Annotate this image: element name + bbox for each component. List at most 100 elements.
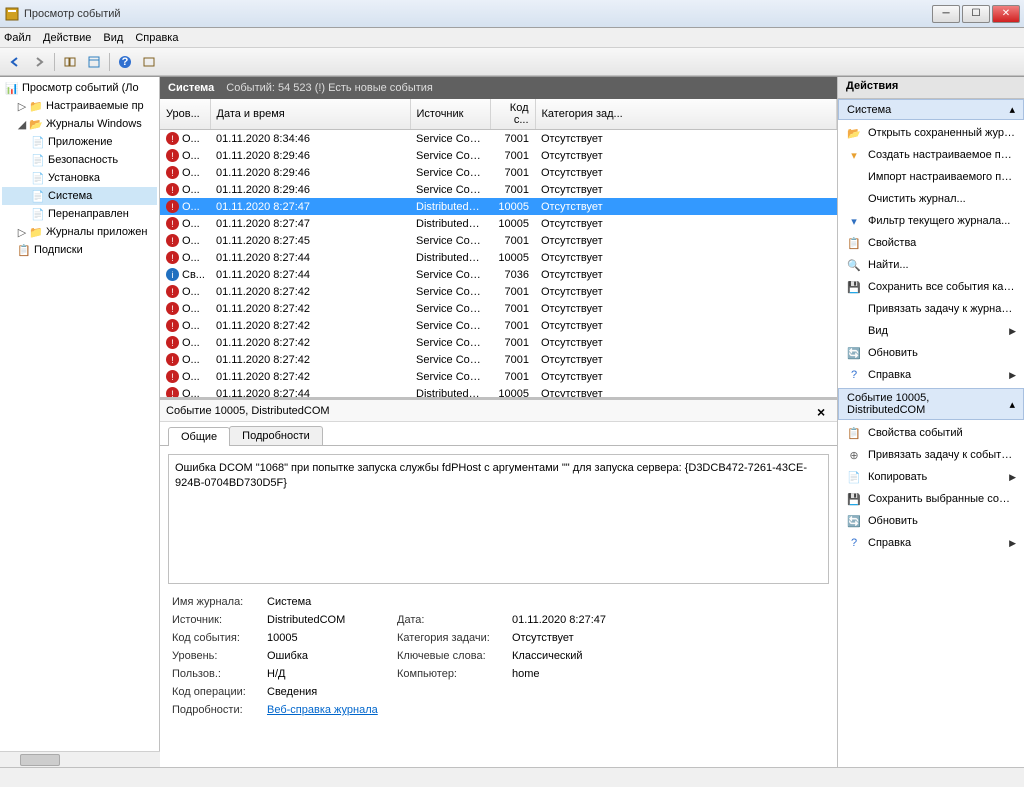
action-item[interactable]: Привязать задачу к журналу... bbox=[838, 298, 1024, 320]
expand-icon[interactable]: ▷ bbox=[16, 226, 28, 239]
toolbar-btn-2[interactable] bbox=[83, 51, 105, 73]
web-help-link[interactable]: Веб-справка журнала bbox=[267, 704, 378, 716]
log-icon: 📄 bbox=[30, 206, 46, 222]
action-label: Сохранить все события как... bbox=[868, 281, 1016, 293]
back-button[interactable] bbox=[4, 51, 26, 73]
actions-section-system[interactable]: Система▴ bbox=[838, 99, 1024, 120]
code-cell: 7001 bbox=[490, 300, 535, 317]
action-item[interactable]: Вид▶ bbox=[838, 320, 1024, 342]
table-row[interactable]: !О...01.11.2020 8:27:42Service Cont...70… bbox=[160, 351, 837, 368]
detail-close-button[interactable]: × bbox=[817, 404, 831, 418]
close-button[interactable]: ✕ bbox=[992, 5, 1020, 23]
tree-setup[interactable]: 📄Установка bbox=[2, 169, 157, 187]
toolbar-btn-1[interactable] bbox=[59, 51, 81, 73]
menu-help[interactable]: Справка bbox=[135, 32, 178, 44]
help-button[interactable]: ? bbox=[114, 51, 136, 73]
prop-src-value: DistributedCOM bbox=[267, 614, 397, 626]
date-cell: 01.11.2020 8:27:42 bbox=[210, 317, 410, 334]
table-row[interactable]: !О...01.11.2020 8:27:47DistributedC...10… bbox=[160, 198, 837, 215]
table-row[interactable]: !О...01.11.2020 8:27:42Service Cont...70… bbox=[160, 334, 837, 351]
tree-panel[interactable]: 📊Просмотр событий (Ло ▷📁Настраиваемые пр… bbox=[0, 77, 160, 767]
action-icon: 📋 bbox=[846, 425, 862, 441]
table-row[interactable]: !О...01.11.2020 8:34:46Service Cont...70… bbox=[160, 130, 837, 148]
col-code[interactable]: Код с... bbox=[490, 99, 535, 130]
code-cell: 10005 bbox=[490, 249, 535, 266]
table-row[interactable]: !О...01.11.2020 8:29:46Service Cont...70… bbox=[160, 181, 837, 198]
action-item[interactable]: ▾Фильтр текущего журнала... bbox=[838, 210, 1024, 232]
tab-details[interactable]: Подробности bbox=[229, 426, 323, 445]
event-grid[interactable]: Уров... Дата и время Источник Код с... К… bbox=[160, 99, 837, 397]
menu-view[interactable]: Вид bbox=[103, 32, 123, 44]
table-row[interactable]: !О...01.11.2020 8:27:42Service Cont...70… bbox=[160, 317, 837, 334]
source-cell: Service Cont... bbox=[410, 300, 490, 317]
error-icon: ! bbox=[166, 183, 179, 196]
action-icon: 📋 bbox=[846, 235, 862, 251]
col-category[interactable]: Категория зад... bbox=[535, 99, 837, 130]
tree-windows-logs[interactable]: ◢📂Журналы Windows bbox=[2, 115, 157, 133]
detail-message[interactable]: Ошибка DCOM "1068" при попытке запуска с… bbox=[168, 454, 829, 584]
action-item[interactable]: 🔄Обновить bbox=[838, 342, 1024, 364]
maximize-button[interactable]: ☐ bbox=[962, 5, 990, 23]
col-source[interactable]: Источник bbox=[410, 99, 490, 130]
tree-root[interactable]: 📊Просмотр событий (Ло bbox=[2, 79, 157, 97]
action-item[interactable]: ▾Создать настраиваемое предс... bbox=[838, 144, 1024, 166]
action-item[interactable]: 📋Свойства bbox=[838, 232, 1024, 254]
source-cell: Service Cont... bbox=[410, 130, 490, 148]
action-item[interactable]: 📋Свойства событий bbox=[838, 422, 1024, 444]
action-item[interactable]: 💾Сохранить выбранные событи... bbox=[838, 488, 1024, 510]
tab-general[interactable]: Общие bbox=[168, 427, 230, 446]
prop-log-value: Система bbox=[267, 596, 397, 608]
menu-file[interactable]: Файл bbox=[4, 32, 31, 44]
table-row[interactable]: iСв...01.11.2020 8:27:44Service Cont...7… bbox=[160, 266, 837, 283]
action-item[interactable]: 🔄Обновить bbox=[838, 510, 1024, 532]
source-cell: DistributedC... bbox=[410, 215, 490, 232]
source-cell: Service Cont... bbox=[410, 283, 490, 300]
tree-application[interactable]: 📄Приложение bbox=[2, 133, 157, 151]
action-item[interactable]: 📄Копировать▶ bbox=[838, 466, 1024, 488]
action-label: Найти... bbox=[868, 259, 1016, 271]
expand-icon[interactable]: ▷ bbox=[16, 100, 28, 113]
col-date[interactable]: Дата и время bbox=[210, 99, 410, 130]
tree-subscriptions[interactable]: 📋Подписки bbox=[2, 241, 157, 259]
actions-section-event[interactable]: Событие 10005, DistributedCOM▴ bbox=[838, 388, 1024, 420]
action-icon: ? bbox=[846, 367, 862, 383]
minimize-button[interactable]: ─ bbox=[932, 5, 960, 23]
tree-app-logs[interactable]: ▷📁Журналы приложен bbox=[2, 223, 157, 241]
menu-action[interactable]: Действие bbox=[43, 32, 91, 44]
action-icon bbox=[846, 169, 862, 185]
collapse-icon[interactable]: ◢ bbox=[16, 118, 28, 131]
tree-forwarded[interactable]: 📄Перенаправлен bbox=[2, 205, 157, 223]
tree-system[interactable]: 📄Система bbox=[2, 187, 157, 205]
toolbar-btn-3[interactable] bbox=[138, 51, 160, 73]
prop-kw-value: Классический bbox=[512, 650, 825, 662]
folder-icon: 📁 bbox=[28, 224, 44, 240]
tree-hscroll[interactable] bbox=[0, 751, 160, 767]
action-item[interactable]: Очистить журнал... bbox=[838, 188, 1024, 210]
table-row[interactable]: !О...01.11.2020 8:27:44DistributedC...10… bbox=[160, 385, 837, 397]
tree-custom-views[interactable]: ▷📁Настраиваемые пр bbox=[2, 97, 157, 115]
table-row[interactable]: !О...01.11.2020 8:27:47DistributedC...10… bbox=[160, 215, 837, 232]
table-row[interactable]: !О...01.11.2020 8:27:42Service Cont...70… bbox=[160, 368, 837, 385]
code-cell: 10005 bbox=[490, 198, 535, 215]
titlebar: Просмотр событий ─ ☐ ✕ bbox=[0, 0, 1024, 28]
action-item[interactable]: ?Справка▶ bbox=[838, 532, 1024, 554]
table-row[interactable]: !О...01.11.2020 8:27:45Service Cont...70… bbox=[160, 232, 837, 249]
action-item[interactable]: ?Справка▶ bbox=[838, 364, 1024, 386]
table-row[interactable]: !О...01.11.2020 8:27:42Service Cont...70… bbox=[160, 283, 837, 300]
action-item[interactable]: 💾Сохранить все события как... bbox=[838, 276, 1024, 298]
prop-op-label: Код операции: bbox=[172, 686, 267, 698]
col-level[interactable]: Уров... bbox=[160, 99, 210, 130]
action-item[interactable]: 📂Открыть сохраненный журнал... bbox=[838, 122, 1024, 144]
forward-button[interactable] bbox=[28, 51, 50, 73]
prop-src-label: Источник: bbox=[172, 614, 267, 626]
action-item[interactable]: Импорт настраиваемого пред... bbox=[838, 166, 1024, 188]
action-item[interactable]: 🔍Найти... bbox=[838, 254, 1024, 276]
table-row[interactable]: !О...01.11.2020 8:27:42Service Cont...70… bbox=[160, 300, 837, 317]
table-row[interactable]: !О...01.11.2020 8:27:44DistributedC...10… bbox=[160, 249, 837, 266]
prop-comp-value: home bbox=[512, 668, 825, 680]
table-row[interactable]: !О...01.11.2020 8:29:46Service Cont...70… bbox=[160, 164, 837, 181]
action-item[interactable]: ⊕Привязать задачу к событию... bbox=[838, 444, 1024, 466]
subscription-icon: 📋 bbox=[16, 242, 32, 258]
table-row[interactable]: !О...01.11.2020 8:29:46Service Cont...70… bbox=[160, 147, 837, 164]
tree-security[interactable]: 📄Безопасность bbox=[2, 151, 157, 169]
